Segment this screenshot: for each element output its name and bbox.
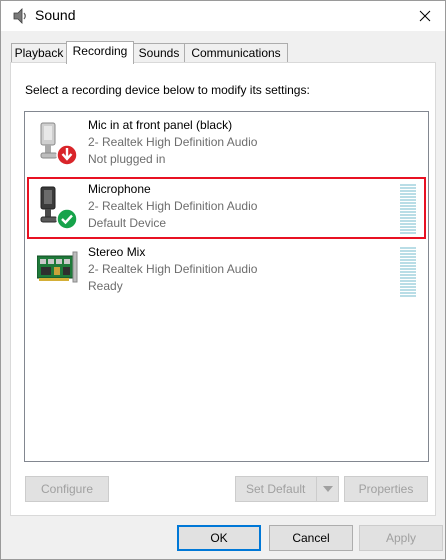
- device-name: Stereo Mix: [88, 245, 146, 259]
- window-title: Sound: [35, 7, 76, 23]
- configure-button[interactable]: Configure: [25, 476, 109, 502]
- sound-card-icon: [37, 251, 78, 283]
- set-default-button[interactable]: Set Default: [235, 476, 339, 502]
- device-status: Not plugged in: [88, 152, 166, 166]
- instruction-text: Select a recording device below to modif…: [25, 83, 310, 97]
- tab-playback[interactable]: Playback: [11, 43, 67, 63]
- microphone-unplugged-icon: [40, 122, 78, 166]
- level-meter: [400, 184, 416, 234]
- device-list[interactable]: Mic in at front panel (black) 2- Realtek…: [24, 111, 429, 462]
- device-driver: 2- Realtek High Definition Audio: [88, 199, 258, 213]
- title-bar: Sound: [1, 1, 445, 31]
- chevron-down-icon: [322, 486, 333, 492]
- device-driver: 2- Realtek High Definition Audio: [88, 262, 258, 276]
- device-status: Ready: [88, 279, 123, 293]
- device-item-mic-front-panel[interactable]: Mic in at front panel (black) 2- Realtek…: [27, 113, 426, 175]
- set-default-dropdown[interactable]: [316, 477, 338, 501]
- close-button[interactable]: [405, 1, 445, 31]
- device-item-microphone[interactable]: Microphone 2- Realtek High Definition Au…: [27, 177, 426, 239]
- close-icon: [419, 10, 431, 22]
- set-default-label: Set Default: [246, 482, 306, 496]
- speaker-icon: [13, 8, 26, 24]
- cancel-button[interactable]: Cancel: [269, 525, 353, 551]
- tab-sounds[interactable]: Sounds: [133, 43, 185, 63]
- level-meter: [400, 247, 416, 297]
- tab-recording[interactable]: Recording: [66, 41, 134, 64]
- device-item-stereo-mix[interactable]: Stereo Mix 2- Realtek High Definition Au…: [27, 240, 426, 302]
- ok-button[interactable]: OK: [177, 525, 261, 551]
- device-status: Default Device: [88, 216, 167, 230]
- microphone-default-icon: [40, 186, 78, 230]
- sound-dialog: Sound Playback Recording Sounds Communic…: [0, 0, 446, 560]
- recording-panel: Select a recording device below to modif…: [10, 62, 436, 516]
- properties-button[interactable]: Properties: [344, 476, 428, 502]
- apply-button[interactable]: Apply: [359, 525, 443, 551]
- device-driver: 2- Realtek High Definition Audio: [88, 135, 258, 149]
- device-name: Mic in at front panel (black): [88, 118, 233, 132]
- device-name: Microphone: [88, 182, 151, 196]
- tab-communications[interactable]: Communications: [184, 43, 288, 63]
